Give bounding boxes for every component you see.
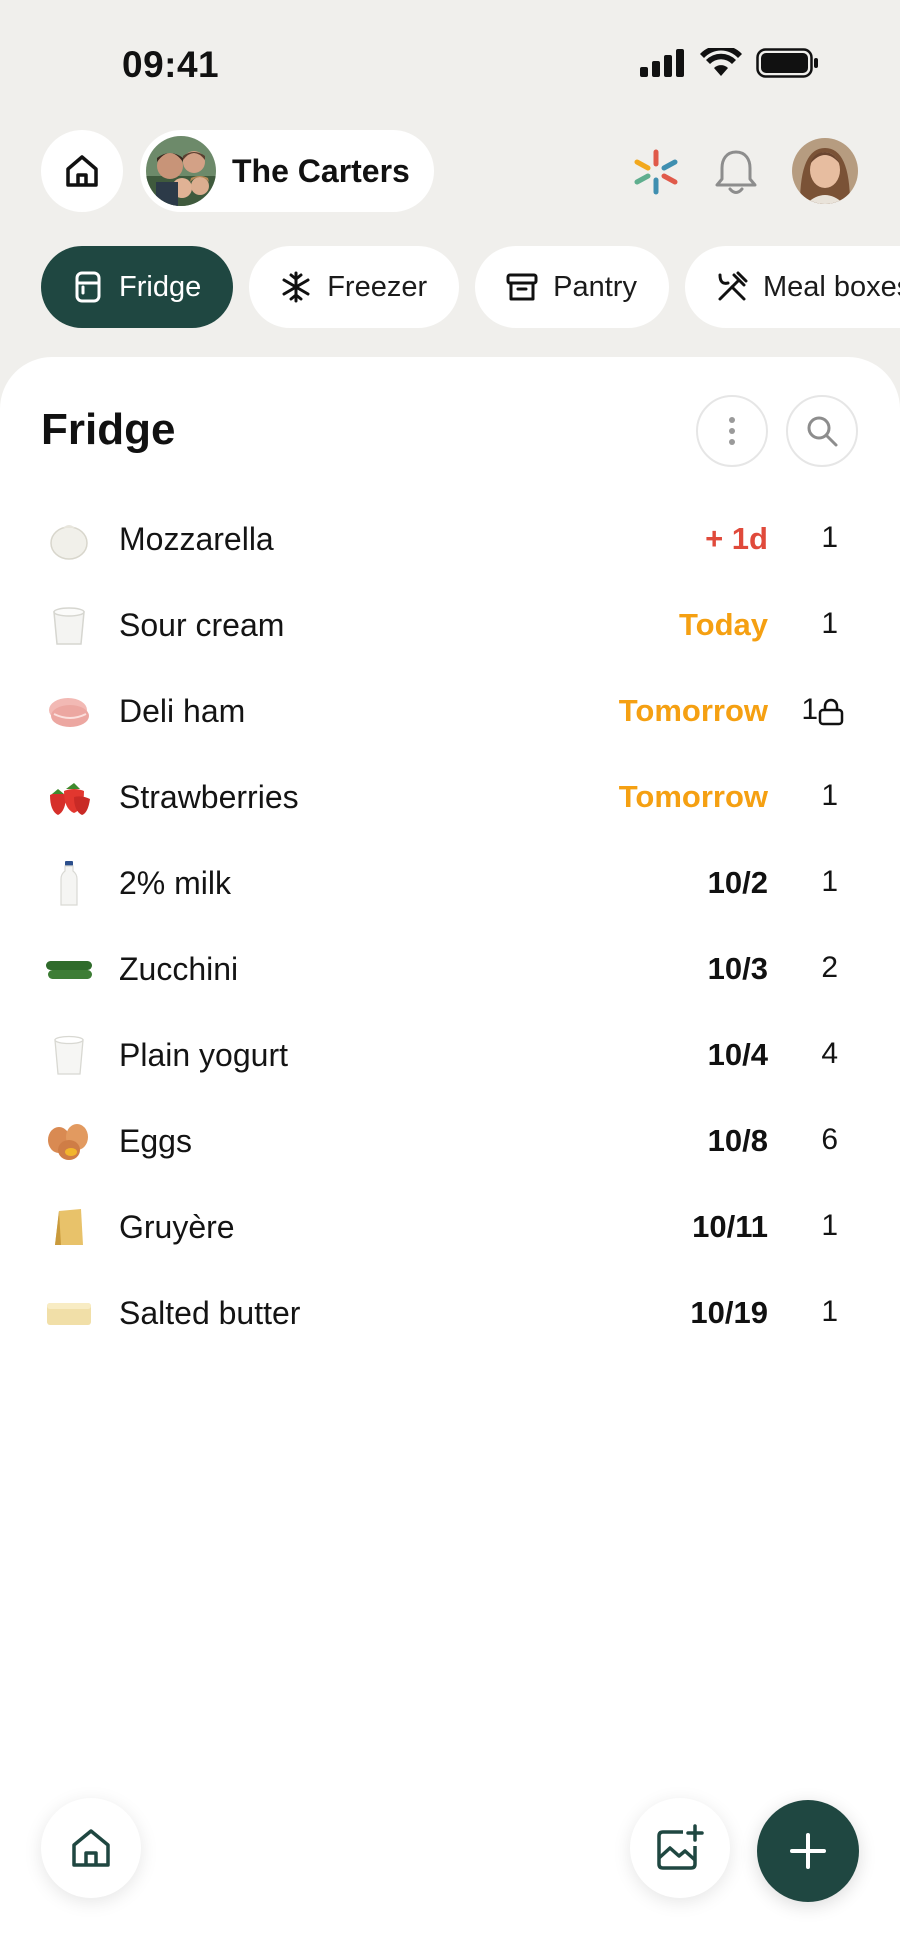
eggs-icon (44, 1119, 94, 1165)
bottom-home-button[interactable] (41, 1798, 141, 1898)
quantity: 1 (821, 521, 838, 554)
item-name: Plain yogurt (119, 1037, 288, 1073)
status-icons (640, 48, 820, 78)
tab-pantry[interactable]: Pantry (475, 246, 669, 328)
tab-freezer[interactable]: Freezer (249, 246, 460, 328)
quantity: 1 (821, 607, 838, 640)
wifi-icon (700, 48, 742, 76)
list-item[interactable]: Mozzarella + 1d 1 (0, 497, 900, 583)
add-photo-button[interactable] (630, 1798, 730, 1898)
status-time: 09:41 (122, 44, 220, 85)
list-item[interactable]: Sour cream Today 1 (0, 583, 900, 669)
strawberries-icon (44, 775, 94, 821)
quantity: 1 (821, 865, 838, 898)
list-item[interactable]: Salted butter 10/19 1 (0, 1271, 900, 1357)
expiry-label: Tomorrow (618, 779, 768, 814)
image-plus-icon (657, 1824, 704, 1870)
cellular-signal-icon (640, 49, 684, 77)
lock-icon (818, 698, 844, 726)
sparkle-icon (634, 149, 678, 195)
tab-meal-boxes[interactable]: Meal boxes (684, 246, 900, 328)
quantity: 1 (821, 1209, 838, 1242)
item-name: 2% milk (119, 865, 232, 901)
status-bar: 09:41 (0, 0, 900, 120)
household-switcher[interactable]: The Carters (140, 130, 434, 212)
milk-bottle-icon (44, 861, 94, 907)
quantity: 2 (821, 951, 838, 984)
list-item[interactable]: Gruyère 10/11 1 (0, 1185, 900, 1271)
item-name: Salted butter (119, 1295, 301, 1331)
list-item[interactable]: Strawberries Tomorrow 1 (0, 755, 900, 841)
tab-fridge[interactable]: Fridge (41, 246, 234, 328)
yogurt-cup-icon (44, 1033, 94, 1079)
expiry-label: 10/8 (707, 1123, 768, 1158)
expiry-label: 10/4 (707, 1037, 768, 1072)
item-name: Zucchini (119, 951, 239, 987)
list-item[interactable]: Deli ham Tomorrow 1 (0, 669, 900, 755)
list-item[interactable]: Plain yogurt 10/4 4 (0, 1013, 900, 1099)
search-button[interactable] (786, 395, 858, 467)
expiry-label: 10/11 (692, 1209, 768, 1244)
utensils-crossed-icon (715, 270, 749, 304)
search-icon (807, 416, 838, 447)
header: The Carters (0, 130, 900, 214)
plus-icon (790, 1833, 826, 1869)
expiry-label: 10/3 (707, 951, 768, 986)
list-item[interactable]: 2% milk 10/2 1 (0, 841, 900, 927)
quantity: 4 (821, 1037, 838, 1070)
item-name: Gruyère (119, 1209, 235, 1245)
home-icon (72, 1829, 110, 1867)
expiry-label: Today (679, 607, 768, 642)
user-avatar[interactable] (792, 138, 858, 204)
tab-label: Pantry (553, 270, 637, 303)
quantity: 1 (821, 1295, 838, 1328)
tab-label: Meal boxes (762, 270, 900, 303)
cheese-wedge-icon (44, 1205, 94, 1251)
notifications-button[interactable] (710, 146, 762, 198)
add-item-button[interactable] (757, 1800, 859, 1902)
home-icon (66, 155, 98, 187)
more-vertical-icon (729, 417, 735, 445)
item-name: Mozzarella (119, 521, 274, 557)
storage-tabs: Fridge Freezer Pantry Meal boxes (41, 246, 900, 328)
battery-icon (756, 48, 818, 78)
item-list: Mozzarella + 1d 1 Sour cream Today 1 Del… (0, 497, 900, 1357)
expiry-label: 10/19 (690, 1295, 768, 1330)
snowflake-icon (279, 270, 313, 304)
list-item[interactable]: Eggs 10/8 6 (0, 1099, 900, 1185)
archive-box-icon (505, 270, 539, 304)
expiry-label: Tomorrow (618, 693, 768, 728)
expiry-label: + 1d (705, 521, 768, 556)
list-item[interactable]: Zucchini 10/3 2 (0, 927, 900, 1013)
sour-cream-icon (44, 603, 94, 649)
tab-label: Fridge (119, 270, 202, 303)
butter-icon (44, 1291, 94, 1337)
quantity: 1 (821, 779, 838, 812)
item-name: Deli ham (119, 693, 246, 729)
item-name: Strawberries (119, 779, 299, 815)
zucchini-icon (44, 947, 94, 993)
sheet-title: Fridge (41, 405, 176, 454)
home-button[interactable] (41, 130, 123, 212)
mozzarella-icon (44, 517, 94, 563)
household-avatar (146, 136, 216, 206)
expiry-label: 10/2 (707, 865, 768, 900)
quantity: 1 (801, 693, 818, 726)
deli-ham-icon (44, 689, 94, 735)
household-name: The Carters (232, 152, 410, 189)
assistant-button[interactable] (630, 146, 682, 198)
quantity: 6 (821, 1123, 838, 1156)
item-name: Eggs (119, 1123, 192, 1159)
inventory-sheet: Fridge Mozzarella + 1d 1 Sour cream Toda… (0, 357, 900, 1956)
bell-icon (715, 150, 757, 194)
fridge-icon (71, 270, 105, 304)
more-options-button[interactable] (696, 395, 768, 467)
item-name: Sour cream (119, 607, 285, 643)
tab-label: Freezer (327, 270, 428, 303)
